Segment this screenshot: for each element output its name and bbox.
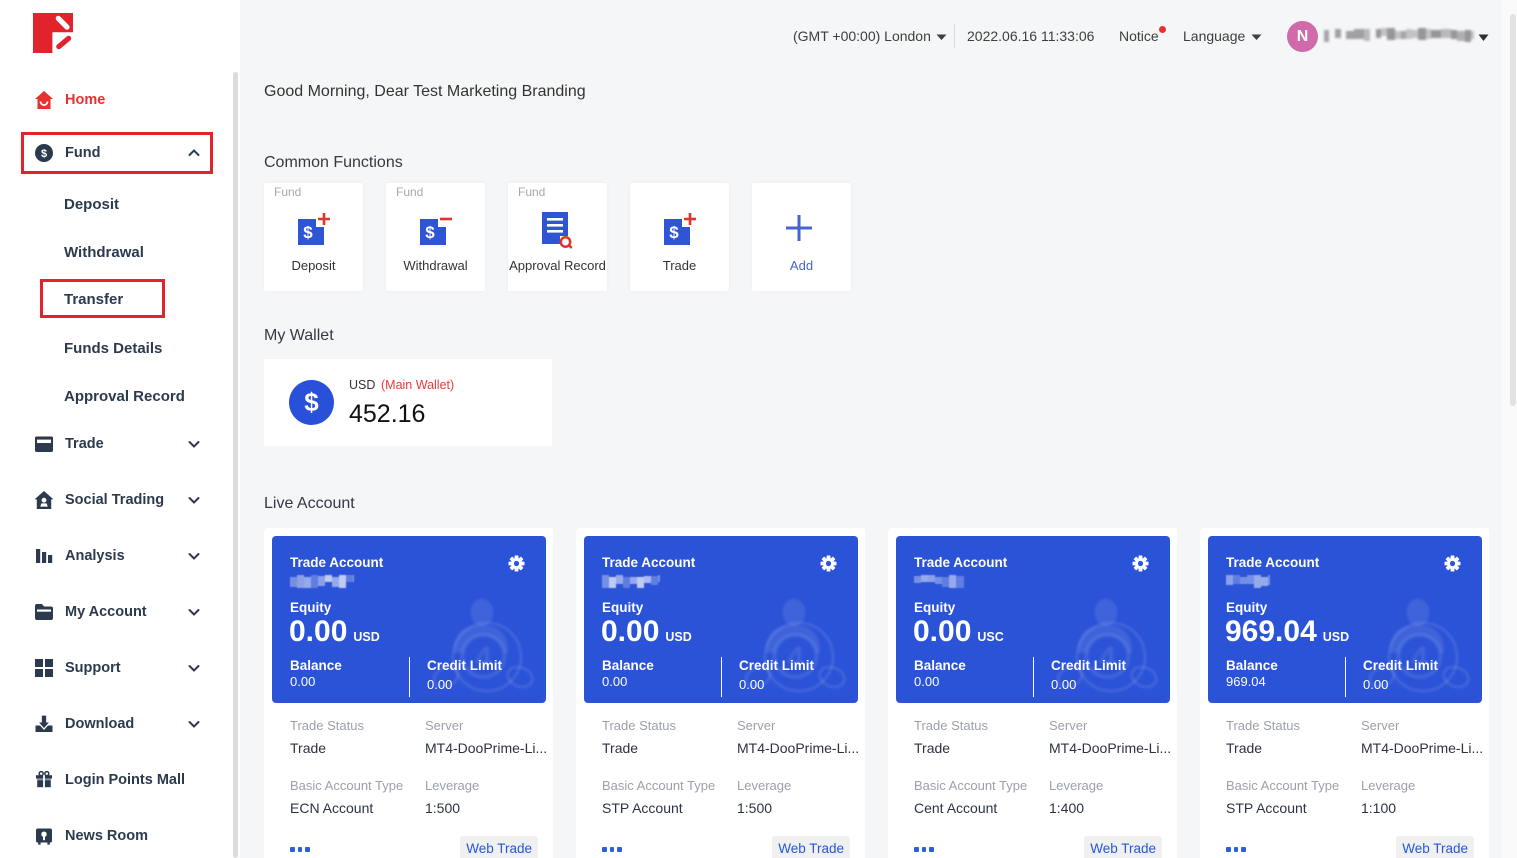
svg-text:$: $ bbox=[425, 223, 435, 242]
svg-text:$: $ bbox=[669, 223, 679, 242]
svg-text:$: $ bbox=[303, 223, 313, 242]
svg-text:$: $ bbox=[41, 148, 47, 160]
